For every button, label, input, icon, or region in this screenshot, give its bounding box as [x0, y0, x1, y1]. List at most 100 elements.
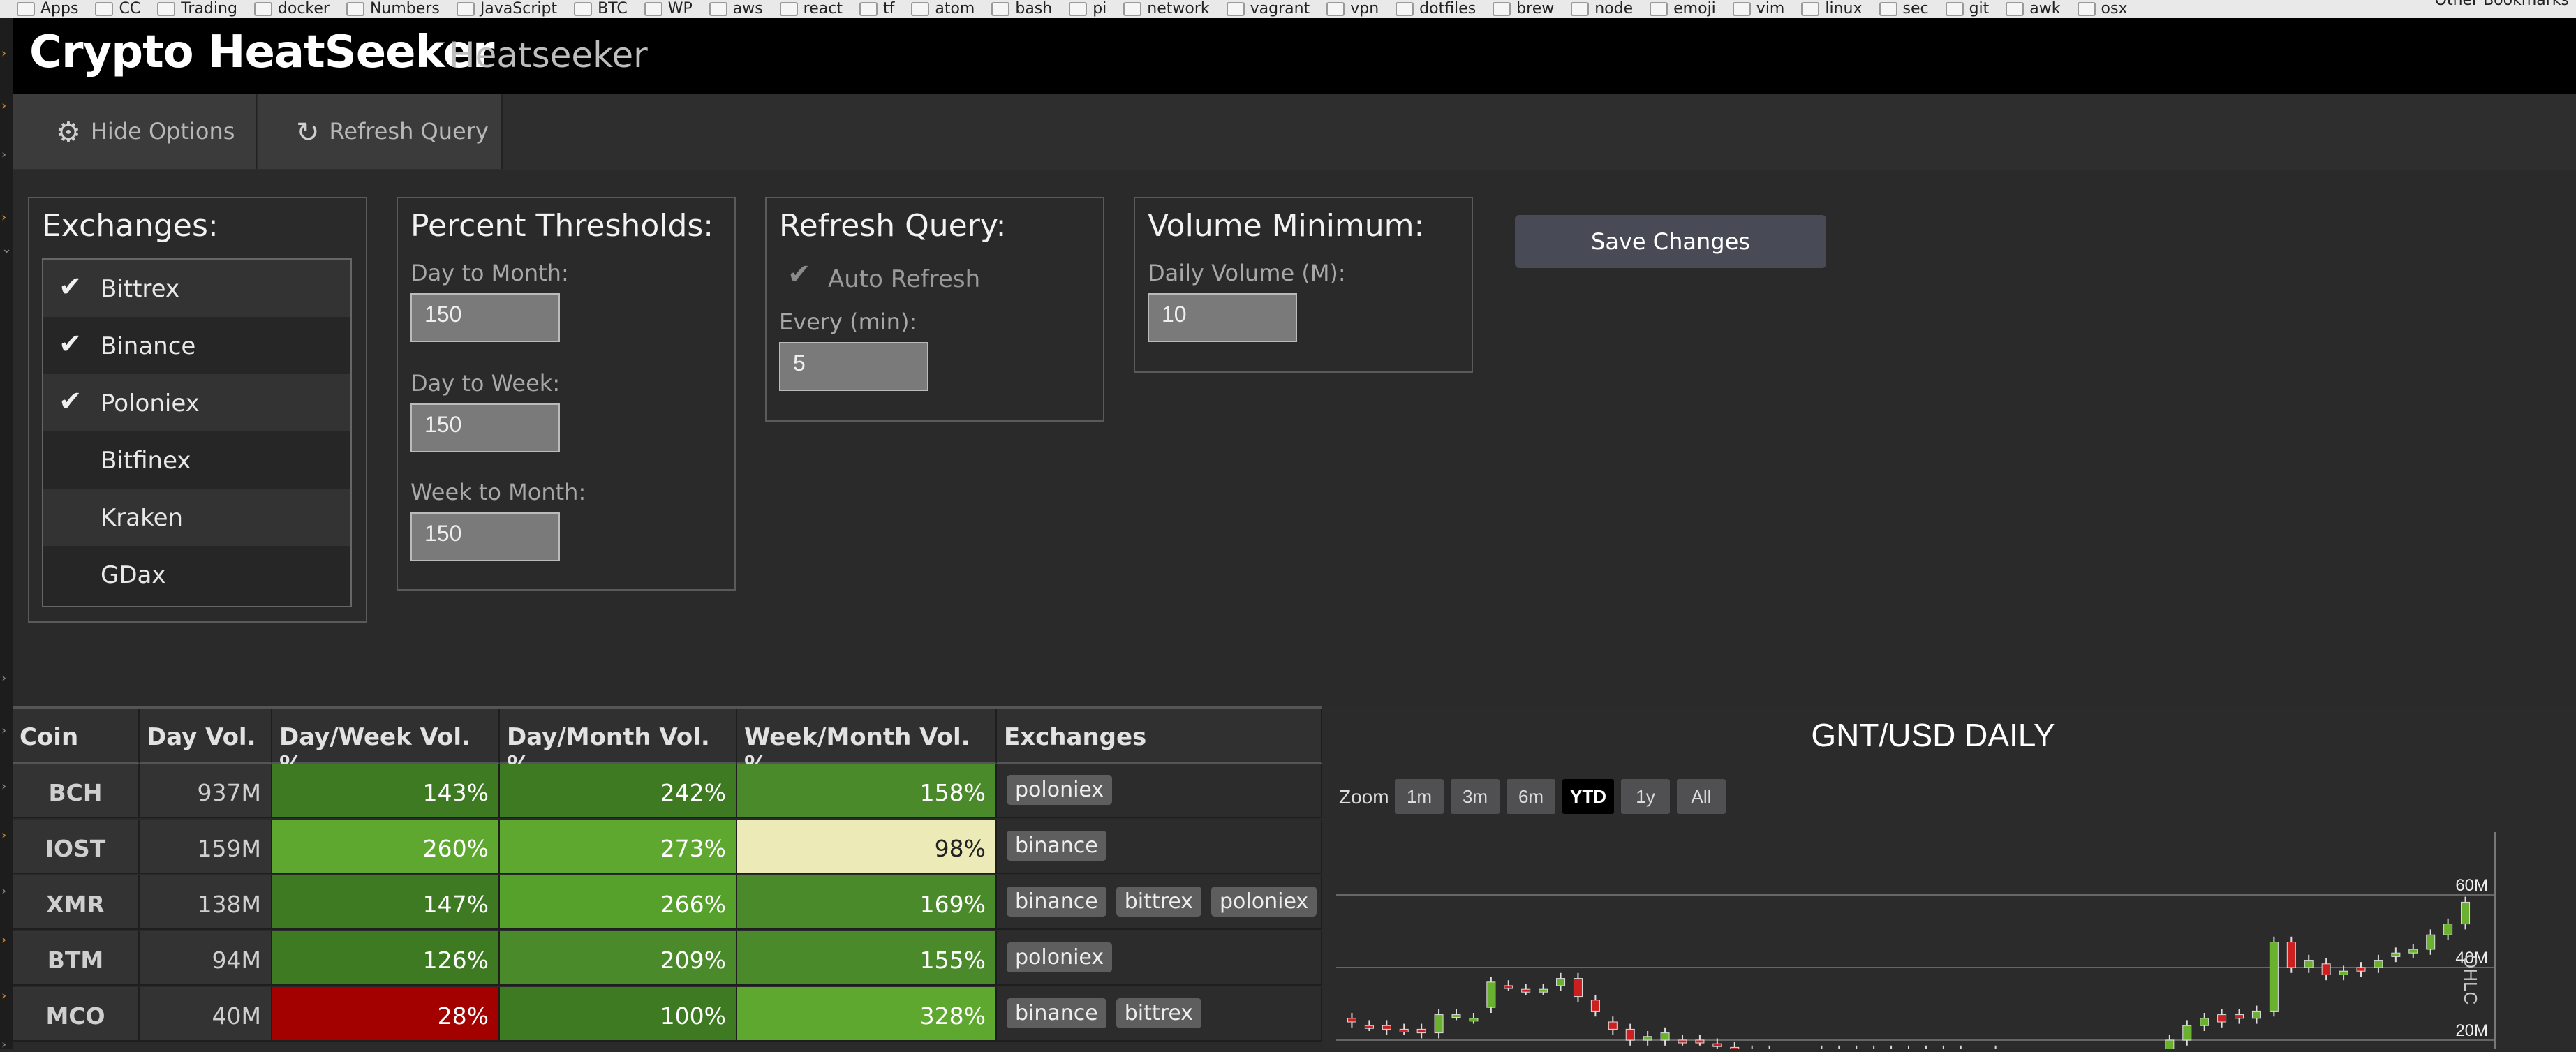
bookmark-item[interactable]: vpn	[1326, 0, 1379, 17]
auto-refresh-checkbox[interactable]: ✔	[787, 258, 811, 290]
bookmark-item[interactable]: linux	[1801, 0, 1863, 17]
column-header-week-month[interactable]: Week/Month Vol. %	[737, 709, 997, 779]
exchange-option-binance[interactable]: ✔ Binance	[43, 317, 350, 374]
bookmark-item[interactable]: WP	[644, 0, 693, 17]
week-to-month-input[interactable]: 150	[410, 512, 560, 561]
thresholds-panel: Percent Thresholds: Day to Month: 150 Da…	[397, 197, 736, 591]
bookmark-item[interactable]: vim	[1732, 0, 1784, 17]
candle-body	[2461, 901, 2471, 925]
bookmark-item[interactable]: brew	[1493, 0, 1554, 17]
candle-body	[1660, 1032, 1670, 1041]
bookmark-item[interactable]: CC	[95, 0, 140, 17]
folder-icon	[1732, 2, 1751, 16]
exchange-option-bittrex[interactable]: ✔ Bittrex	[43, 260, 350, 317]
bookmark-item[interactable]: git	[1945, 0, 1989, 17]
bookmark-label: osx	[2101, 0, 2128, 17]
bookmark-item[interactable]: JavaScript	[456, 0, 557, 17]
candle-body	[2443, 924, 2453, 935]
exchange-option-kraken[interactable]: Kraken	[43, 489, 350, 546]
folder-icon	[2006, 2, 2024, 16]
folder-icon	[1571, 2, 1590, 16]
bookmark-item[interactable]: osx	[2077, 0, 2128, 17]
bookmark-item[interactable]: Numbers	[346, 0, 440, 17]
exchanges-cell: binance bittrex poloniex	[997, 875, 1322, 930]
save-changes-button[interactable]: Save Changes	[1515, 215, 1826, 268]
daily-volume-input[interactable]: 10	[1148, 293, 1297, 342]
bookmark-label: react	[803, 0, 843, 17]
marker-icon: ›	[1, 147, 7, 162]
every-min-input[interactable]: 5	[779, 342, 928, 391]
day-week-cell: 260%	[272, 820, 500, 874]
folder-icon	[779, 2, 798, 16]
column-header-day-month[interactable]: Day/Month Vol. %	[500, 709, 737, 779]
candle-body	[1556, 978, 1566, 986]
coin-cell: MCO	[13, 987, 140, 1042]
day-week-cell: 28%	[272, 987, 500, 1042]
bookmark-item[interactable]: dotfiles	[1396, 0, 1476, 17]
exchange-option-gdax[interactable]: GDax	[43, 546, 350, 603]
bookmark-item[interactable]: vagrant	[1226, 0, 1310, 17]
candle-body	[1643, 1036, 1652, 1041]
bookmark-item[interactable]: Apps	[17, 0, 78, 17]
week-month-cell: 98%	[737, 820, 997, 874]
folder-icon	[911, 2, 930, 16]
bookmark-item[interactable]: atom	[911, 0, 975, 17]
exchange-option-bitfinex[interactable]: Bitfinex	[43, 431, 350, 489]
coin-cell: BTM	[13, 931, 140, 986]
day-vol-cell: 40M	[140, 987, 272, 1042]
bookmark-label: WP	[667, 0, 693, 17]
bookmark-item[interactable]: emoji	[1650, 0, 1716, 17]
candle-body	[2200, 1018, 2209, 1026]
bookmark-item[interactable]: sec	[1879, 0, 1929, 17]
marker-icon: ›	[1, 98, 7, 113]
candle-body	[1434, 1014, 1444, 1034]
week-month-cell: 328%	[737, 987, 997, 1042]
bookmark-label: CC	[119, 0, 141, 17]
day-to-month-input[interactable]: 150	[410, 293, 560, 342]
column-header-day-vol[interactable]: Day Vol.	[140, 709, 272, 764]
thresholds-title: Percent Thresholds:	[410, 208, 714, 244]
bookmark-item[interactable]: tf	[859, 0, 894, 17]
candle-body	[1451, 1014, 1461, 1018]
exchange-tag: poloniex	[1007, 942, 1113, 972]
day-to-week-input[interactable]: 150	[410, 403, 560, 452]
bookmark-item[interactable]: node	[1571, 0, 1633, 17]
marker-icon: ›	[1, 723, 7, 738]
exchange-label: Binance	[101, 332, 196, 360]
refresh-query-button[interactable]: ↻ Refresh Query	[258, 94, 503, 169]
bookmark-item[interactable]: bash	[991, 0, 1052, 17]
bookmark-item[interactable]: BTC	[574, 0, 628, 17]
candle-body	[2304, 960, 2314, 968]
day-week-cell: 147%	[272, 875, 500, 930]
candle-body	[2217, 1014, 2227, 1023]
day-month-cell: 100%	[500, 987, 737, 1042]
column-header-exchanges[interactable]: Exchanges	[997, 709, 1322, 764]
hide-options-button[interactable]: ⚙ Hide Options	[13, 94, 257, 169]
candle-body	[2408, 949, 2418, 954]
bookmark-item[interactable]: Trading	[157, 0, 237, 17]
bookmark-item[interactable]: awk	[2006, 0, 2061, 17]
exchanges-cell: binance bittrex	[997, 987, 1322, 1042]
app-header: Crypto HeatSeeker Heatseeker	[13, 18, 2576, 94]
column-header-coin[interactable]: Coin	[13, 709, 140, 764]
bookmark-label: docker	[277, 0, 330, 17]
day-to-month-label: Day to Month:	[410, 260, 569, 286]
exchange-tag: bittrex	[1116, 887, 1202, 917]
bookmark-item[interactable]: aws	[709, 0, 763, 17]
day-vol-cell: 138M	[140, 875, 272, 930]
marker-icon: ›	[1, 884, 7, 898]
bookmark-item[interactable]: network	[1123, 0, 1210, 17]
folder-icon	[991, 2, 1010, 16]
folder-icon	[1945, 2, 1964, 16]
bookmark-item[interactable]: react	[779, 0, 843, 17]
column-header-day-week[interactable]: Day/Week Vol. %	[272, 709, 500, 779]
bookmark-item[interactable]: pi	[1069, 0, 1106, 17]
bookmark-label: Apps	[40, 0, 79, 17]
bookmark-label: aws	[732, 0, 763, 17]
exchange-option-poloniex[interactable]: ✔ Poloniex	[43, 374, 350, 431]
bookmark-item[interactable]: docker	[253, 0, 330, 17]
other-bookmarks[interactable]: Other Bookmarks	[2435, 0, 2569, 9]
week-month-cell: 155%	[737, 931, 997, 986]
checkmark-icon: ✔	[59, 328, 82, 360]
exchange-label: Bitfinex	[101, 447, 191, 475]
